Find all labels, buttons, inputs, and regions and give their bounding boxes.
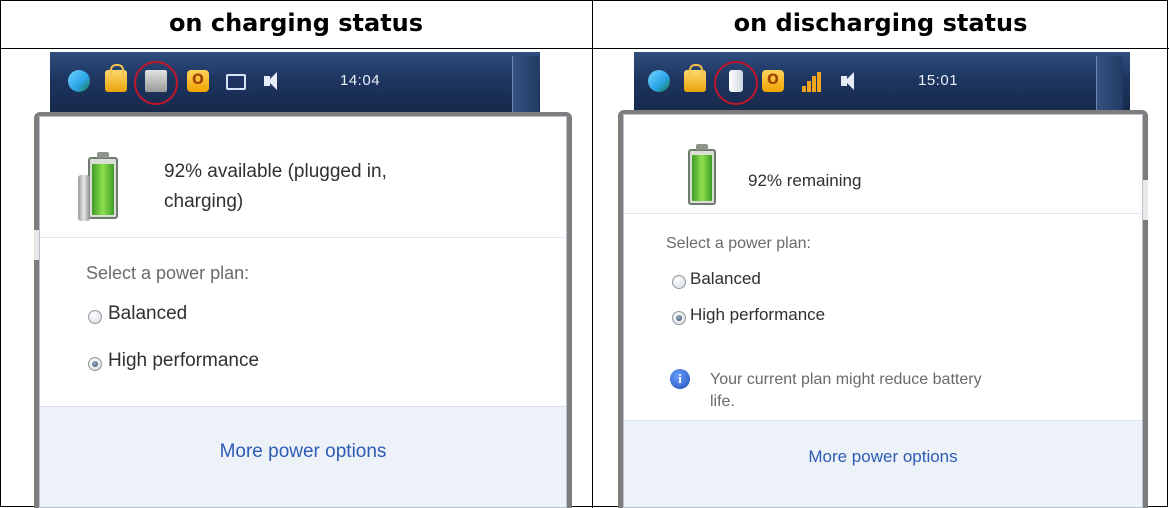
network-icon[interactable] — [68, 70, 90, 92]
screen-icon[interactable] — [226, 74, 246, 90]
plan-label-high-performance[interactable]: High performance — [690, 305, 825, 325]
office-icon[interactable] — [187, 70, 209, 92]
signal-icon[interactable] — [802, 70, 824, 92]
clock[interactable]: 14:04 — [340, 72, 380, 89]
plan-warning-line2: life. — [710, 393, 735, 410]
highlight-ring — [134, 61, 178, 105]
radio-high-performance[interactable] — [672, 311, 686, 325]
plan-label-balanced[interactable]: Balanced — [108, 303, 187, 325]
volume-icon[interactable] — [839, 70, 861, 92]
popup-footer: More power options — [40, 406, 566, 507]
battery-status-line2: charging) — [164, 191, 244, 212]
taskbar-discharging: 15:01 — [634, 52, 1130, 113]
plan-label-high-performance[interactable]: High performance — [108, 350, 259, 372]
radio-balanced[interactable] — [88, 310, 102, 324]
column-divider — [592, 0, 593, 508]
battery-charging-icon — [88, 152, 118, 219]
column-title-discharging: on discharging status — [733, 9, 1028, 37]
power-popup-charging: 92% available (plugged in, charging) Sel… — [34, 112, 572, 508]
lock-icon[interactable] — [105, 64, 127, 92]
more-power-options-link[interactable]: More power options — [624, 447, 1142, 467]
battery-status-text: 92% remaining — [748, 171, 862, 190]
battery-status-line1: 92% available (plugged in, — [164, 161, 387, 182]
clock[interactable]: 15:01 — [918, 72, 958, 89]
network-icon[interactable] — [648, 70, 670, 92]
show-desktop-button[interactable] — [512, 56, 539, 112]
header-divider — [0, 48, 1169, 49]
popup-body: 92% available (plugged in, charging) Sel… — [39, 116, 567, 508]
popup-body: 92% remaining Select a power plan: Balan… — [623, 114, 1143, 508]
office-icon[interactable] — [762, 70, 784, 92]
plug-icon — [78, 175, 90, 221]
plan-label-balanced[interactable]: Balanced — [690, 269, 761, 289]
highlight-ring — [714, 61, 758, 105]
power-popup-discharging: 92% remaining Select a power plan: Balan… — [618, 110, 1148, 508]
popup-footer: More power options — [624, 420, 1142, 507]
power-plan-heading: Select a power plan: — [86, 263, 250, 283]
column-title-charging: on charging status — [168, 9, 424, 37]
lock-icon[interactable] — [684, 64, 706, 92]
battery-icon — [688, 144, 716, 205]
plan-warning-line1: Your current plan might reduce battery — [710, 371, 982, 388]
power-plan-heading: Select a power plan: — [666, 235, 811, 252]
battery-status-area: 92% remaining — [624, 115, 1142, 214]
volume-icon[interactable] — [262, 70, 284, 92]
more-power-options-link[interactable]: More power options — [40, 441, 566, 463]
show-desktop-button[interactable] — [1096, 56, 1123, 112]
taskbar-charging: 14:04 — [50, 52, 540, 113]
info-icon: i — [670, 369, 690, 389]
radio-balanced[interactable] — [672, 275, 686, 289]
radio-high-performance[interactable] — [88, 357, 102, 371]
battery-status-area: 92% available (plugged in, charging) — [40, 117, 566, 238]
